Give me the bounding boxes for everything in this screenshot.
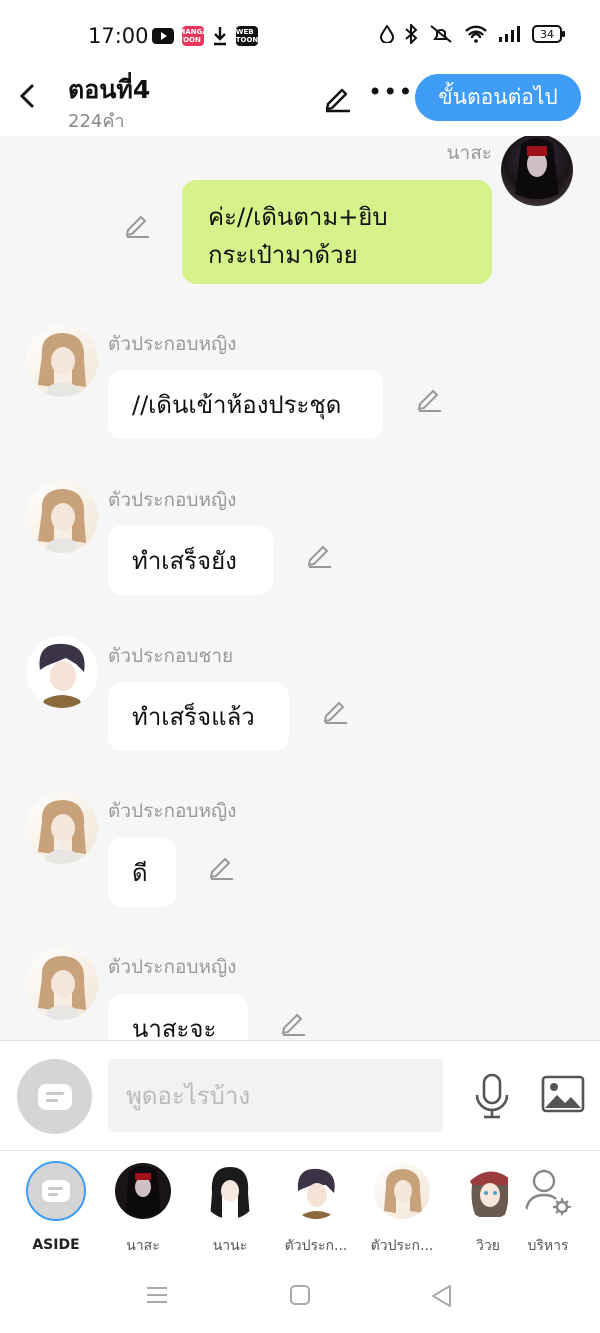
back-arrow-icon[interactable] (14, 80, 42, 112)
data-saver-icon (380, 25, 394, 43)
avatar (462, 1163, 508, 1219)
message-text: ค่ะ//เดินตาม+ยิบ (208, 203, 388, 231)
message-bubble[interactable]: นาสะจะ (108, 994, 248, 1040)
character-label: ASIDE (32, 1237, 80, 1253)
webtoon-icon: WEB TOON (235, 26, 259, 46)
edit-message-icon[interactable] (208, 852, 236, 880)
episode-header: ตอนที่4 224คำ ••• ขั้นตอนต่อไป (0, 62, 600, 136)
message-text: นาสะจะ (132, 1014, 217, 1041)
character-label: ตัวประก... (284, 1238, 348, 1254)
status-indicators: 34 (380, 24, 565, 44)
character-wiwai[interactable]: วิวย (448, 1163, 508, 1257)
avatar (374, 1163, 430, 1219)
manage-user-icon (520, 1163, 576, 1219)
avatar[interactable] (26, 481, 98, 553)
message-text: //เดินเข้าห้องประชุด (132, 390, 342, 419)
character-female-extra[interactable]: ตัวประก... (362, 1163, 442, 1257)
bluetooth-icon (405, 24, 418, 44)
avatar-nasa-image (515, 138, 559, 199)
avatar[interactable] (26, 792, 98, 864)
character-nana[interactable]: นานะ (190, 1163, 270, 1257)
home-icon[interactable] (289, 1284, 311, 1306)
speaker-name: ตัวประกอบหญิง (108, 956, 237, 978)
system-navigation-bar (0, 1260, 600, 1333)
character-label: วิวย (476, 1238, 500, 1254)
mute-icon (430, 25, 452, 43)
microphone-icon[interactable] (472, 1073, 512, 1119)
message-bubble[interactable]: ดี (108, 838, 176, 907)
signal-icon (499, 26, 520, 42)
avatar-female-extra-image (38, 489, 86, 553)
back-triangle-icon[interactable] (430, 1284, 454, 1308)
avatar (288, 1163, 344, 1219)
character-label: นานะ (212, 1238, 248, 1254)
avatar (202, 1163, 258, 1219)
avatar[interactable] (26, 636, 98, 708)
aside-avatar (26, 1161, 86, 1221)
message-bubble[interactable]: ทำเสร็จยัง (108, 526, 273, 595)
next-step-button[interactable]: ขั้นตอนต่อไป (415, 74, 581, 121)
status-time: 17:00 (88, 24, 149, 48)
aside-icon (37, 1083, 72, 1110)
speaker-name: ตัวประกอบหญิง (108, 333, 237, 355)
page-title: ตอนที่4 (68, 75, 151, 104)
message-input-bar (0, 1040, 600, 1150)
word-count: 224คำ (68, 111, 125, 132)
status-app-icons: MANGA TOON WEB TOON (152, 26, 258, 46)
message-text: ทำเสร็จยัง (132, 546, 237, 575)
edit-message-icon[interactable] (280, 1008, 308, 1036)
avatar[interactable] (501, 136, 573, 206)
edit-message-icon[interactable] (322, 696, 350, 724)
wifi-icon (465, 25, 487, 43)
youtube-icon (152, 28, 174, 44)
character-label: นาสะ (126, 1238, 160, 1254)
edit-pencil-icon[interactable] (322, 82, 354, 114)
aside-toggle-button[interactable] (17, 1059, 92, 1134)
character-label: บริหาร (527, 1238, 569, 1254)
more-options-icon[interactable]: ••• (368, 78, 413, 106)
message-bubble[interactable]: //เดินเข้าห้องประชุด (108, 370, 383, 439)
recents-menu-icon[interactable] (146, 1284, 168, 1306)
edit-message-icon[interactable] (416, 384, 444, 412)
battery-icon: 34 (532, 25, 565, 43)
speaker-name: ตัวประกอบหญิง (108, 800, 237, 822)
message-input[interactable] (108, 1059, 443, 1132)
character-male-extra[interactable]: ตัวประก... (276, 1163, 356, 1257)
chat-area[interactable]: นาสะ ค่ะ//เดินตาม+ยิบ กระเป๋ามาด้วย ตัวป… (0, 136, 600, 1040)
speaker-name: นาสะ (446, 142, 492, 164)
message-text: ดี (132, 858, 148, 887)
speaker-name: ตัวประกอบหญิง (108, 489, 237, 511)
avatar-male-extra-image (39, 643, 85, 708)
message-text: กระเป๋ามาด้วย (208, 241, 358, 269)
avatar-female-extra-image (38, 956, 86, 1020)
edit-message-icon[interactable] (306, 540, 334, 568)
character-aside[interactable]: ASIDE (16, 1161, 96, 1253)
avatar (115, 1163, 171, 1219)
message-bubble-me[interactable]: ค่ะ//เดินตาม+ยิบ กระเป๋ามาด้วย (182, 180, 492, 284)
avatar-female-extra-image (38, 333, 86, 397)
edit-message-icon[interactable] (124, 210, 152, 238)
avatar[interactable] (26, 948, 98, 1020)
message-bubble[interactable]: ทำเสร็จแล้ว (108, 682, 289, 751)
character-selector: ASIDE นาสะ นานะ ตัวประก... ตัวประก... วิ… (0, 1150, 600, 1260)
image-upload-icon[interactable] (541, 1075, 585, 1113)
message-text: ทำเสร็จแล้ว (132, 702, 255, 731)
manage-characters-button[interactable]: บริหาร (508, 1163, 588, 1257)
aside-icon (42, 1180, 70, 1202)
avatar-female-extra-image (38, 800, 86, 864)
download-icon (214, 27, 226, 46)
character-nasa[interactable]: นาสะ (103, 1163, 183, 1257)
avatar[interactable] (26, 325, 98, 397)
speaker-name: ตัวประกอบชาย (108, 645, 234, 667)
character-label: ตัวประก... (370, 1238, 434, 1254)
mangatoon-icon: MANGA TOON (178, 26, 208, 46)
